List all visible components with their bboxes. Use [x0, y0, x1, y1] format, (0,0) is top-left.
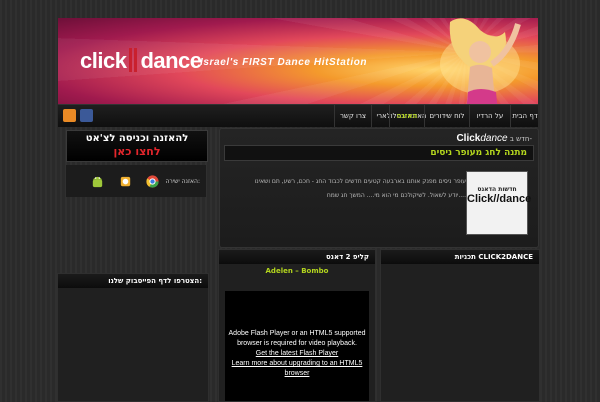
- news-thumbnail[interactable]: חדשות הדאנס Click//dance: [466, 171, 532, 235]
- chrome-icon[interactable]: [145, 174, 160, 189]
- news-body-line-1: עופר ניסים מפנק אותנו בארבעה קטעים חדשים…: [254, 178, 466, 185]
- nav-item-schedule[interactable]: לוח שידורים: [424, 105, 469, 127]
- dancer-image: [440, 18, 521, 104]
- video-fallback-message: Adobe Flash Player or an HTML5 supported…: [225, 329, 369, 379]
- clip-panel: קליפ 2 דאנס Adelen – Bombo Adobe Flash P…: [218, 249, 376, 402]
- promo-click-here: לחצו כאן: [113, 145, 161, 158]
- logo-dance-text: dance: [140, 48, 202, 73]
- news-headline[interactable]: מתנה לחג מעופר ניסים: [430, 146, 527, 160]
- programs-panel: תכניות CLICK2DANCE: [380, 249, 540, 402]
- header-banner: click dance Israel's FIRST Dance HitStati…: [58, 18, 538, 104]
- nav-item-about[interactable]: על הרדיו: [469, 105, 510, 127]
- facebook-panel: הצטרפו לדף הפייסבוק שלנו:: [57, 273, 209, 402]
- promo-line-1: להאזנה וכניסה לצ'אט: [85, 133, 189, 144]
- news-brand: Click: [456, 133, 481, 144]
- site-logo[interactable]: click dance: [80, 48, 202, 74]
- video-msg-line-1: Adobe Flash Player or an HTML5 supported: [228, 330, 366, 337]
- clip-panel-title: קליפ 2 דאנס: [219, 250, 375, 264]
- direct-listen-box: האזנה ישירה:: [66, 165, 206, 197]
- news-label: Clickdance חדש ב-: [456, 133, 532, 144]
- thumb-logo: Click//dance: [467, 193, 532, 205]
- thumb-caption: חדשות הדאנס: [477, 186, 517, 193]
- headline-bar: מתנה לחג מעופר ניסים: [224, 145, 534, 161]
- main-nav: צרו קשר האזנה בסלולארי האזנה לוח שידורים…: [58, 104, 538, 127]
- tagline: Israel's FIRST Dance HitStation: [200, 57, 368, 68]
- nav-item-home[interactable]: דף הבית: [510, 105, 539, 127]
- ios-icon[interactable]: [118, 174, 133, 189]
- news-body-line-2[interactable]: יודע לשאול. לשיקולכם מי הוא מי.... המשך …: [327, 192, 466, 199]
- logo-separator: [129, 48, 138, 72]
- html5-upgrade-link-cont[interactable]: browser: [225, 369, 369, 379]
- video-player[interactable]: Adobe Flash Player or an HTML5 supported…: [225, 291, 369, 401]
- facebook-icon[interactable]: [80, 109, 93, 122]
- news-label-prefix: חדש ב-: [509, 135, 532, 143]
- facebook-panel-title: הצטרפו לדף הפייסבוק שלנו:: [58, 274, 208, 288]
- android-icon[interactable]: [90, 174, 105, 189]
- direct-listen-label: האזנה ישירה:: [165, 178, 200, 185]
- html5-upgrade-link[interactable]: Learn more about upgrading to an HTML5: [225, 359, 369, 369]
- chat-promo-button[interactable]: להאזנה וכניסה לצ'אט לחצו כאן: [66, 130, 208, 162]
- news-brand-suffix: dance: [480, 133, 508, 144]
- clip-name: Adelen – Bombo: [265, 267, 329, 275]
- programs-panel-title: תכניות CLICK2DANCE: [381, 250, 539, 264]
- rss-icon[interactable]: [63, 109, 76, 122]
- news-panel: Clickdance חדש ב- מתנה לחג מעופר ניסים ע…: [219, 128, 539, 248]
- flash-player-link[interactable]: Get the latest Flash Player: [225, 349, 369, 359]
- logo-click-text: click: [80, 48, 127, 73]
- nav-item-contact[interactable]: צרו קשר: [334, 105, 371, 127]
- video-msg-line-2: browser is required for video playback.: [237, 340, 357, 347]
- nav-item-listen[interactable]: האזנה: [389, 105, 424, 127]
